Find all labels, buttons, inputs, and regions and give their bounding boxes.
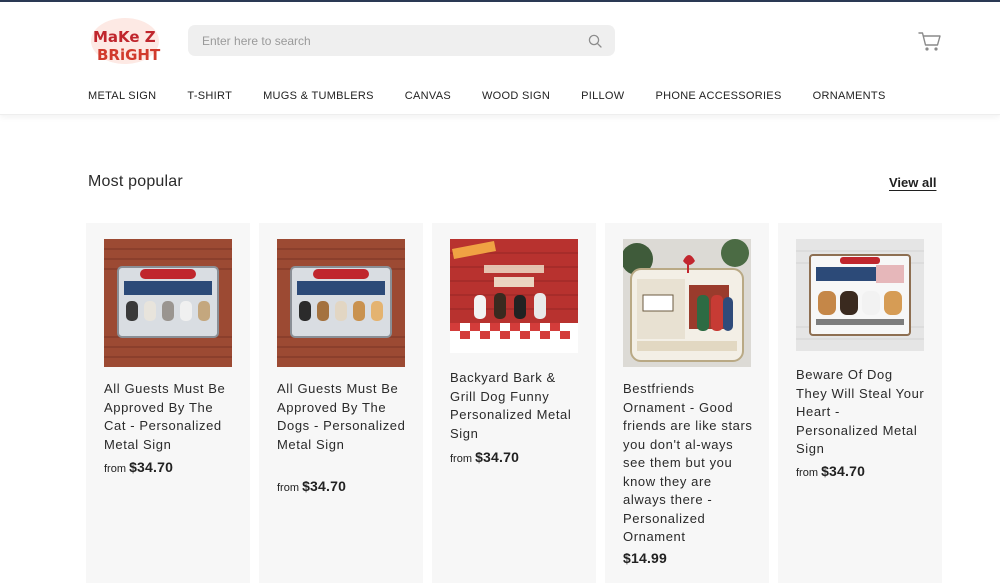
- logo-line1: MaKe Z: [93, 28, 156, 46]
- product-name[interactable]: All Guests Must Be Approved By The Dogs …: [277, 380, 407, 454]
- view-all-link[interactable]: View all: [889, 175, 936, 190]
- product-card[interactable]: Bestfriends Ornament - Good friends are …: [605, 223, 769, 583]
- brand-logo[interactable]: MaKe Z BRiGHT: [88, 14, 163, 66]
- product-name[interactable]: All Guests Must Be Approved By The Cat -…: [104, 380, 234, 454]
- nav-t-shirt[interactable]: T-SHIRT: [187, 90, 232, 102]
- product-card[interactable]: Beware Of Dog They Will Steal Your Heart…: [778, 223, 942, 583]
- logo-line2: BRiGHT: [97, 46, 161, 64]
- product-grid: All Guests Must Be Approved By The Cat -…: [86, 223, 943, 583]
- search-input[interactable]: [200, 32, 587, 49]
- price-value: $34.70: [129, 459, 174, 475]
- product-card[interactable]: All Guests Must Be Approved By The Cat -…: [86, 223, 250, 583]
- product-image[interactable]: [623, 239, 751, 367]
- nav-wood-sign[interactable]: WOOD SIGN: [482, 90, 550, 102]
- price-prefix: from: [450, 453, 472, 465]
- nav-canvas[interactable]: CANVAS: [405, 90, 451, 102]
- product-name[interactable]: Bestfriends Ornament - Good friends are …: [623, 380, 753, 547]
- product-price: from $34.70: [104, 459, 173, 475]
- main-nav: METAL SIGN T-SHIRT MUGS & TUMBLERS CANVA…: [88, 90, 917, 102]
- nav-metal-sign[interactable]: METAL SIGN: [88, 90, 156, 102]
- product-name[interactable]: Backyard Bark & Grill Dog Funny Personal…: [450, 369, 580, 443]
- price-value: $34.70: [821, 463, 866, 479]
- price-value: $14.99: [623, 550, 668, 566]
- product-price: $14.99: [623, 550, 667, 566]
- price-prefix: from: [277, 482, 299, 494]
- nav-phone-accessories[interactable]: PHONE ACCESSORIES: [655, 90, 781, 102]
- price-prefix: from: [796, 467, 818, 479]
- price-prefix: from: [104, 463, 126, 475]
- price-value: $34.70: [302, 478, 347, 494]
- cart-icon[interactable]: [918, 30, 942, 52]
- product-price: from $34.70: [450, 449, 519, 465]
- product-card[interactable]: All Guests Must Be Approved By The Dogs …: [259, 223, 423, 583]
- product-image[interactable]: [796, 239, 924, 351]
- site-header: MaKe Z BRiGHT METAL SIGN T-SHIRT MUGS & …: [0, 2, 1000, 115]
- search-icon[interactable]: [587, 33, 603, 49]
- price-value: $34.70: [475, 449, 520, 465]
- section-title: Most popular: [88, 173, 183, 190]
- product-price: from $34.70: [796, 463, 865, 479]
- product-card[interactable]: Backyard Bark & Grill Dog Funny Personal…: [432, 223, 596, 583]
- nav-pillow[interactable]: PILLOW: [581, 90, 624, 102]
- product-name[interactable]: Beware Of Dog They Will Steal Your Heart…: [796, 366, 926, 459]
- nav-ornaments[interactable]: ORNAMENTS: [813, 90, 886, 102]
- product-image[interactable]: [277, 239, 405, 367]
- nav-mugs-tumblers[interactable]: MUGS & TUMBLERS: [263, 90, 374, 102]
- product-price: from $34.70: [277, 478, 346, 494]
- product-image[interactable]: [450, 239, 578, 353]
- search-bar[interactable]: [188, 25, 615, 56]
- product-image[interactable]: [104, 239, 232, 367]
